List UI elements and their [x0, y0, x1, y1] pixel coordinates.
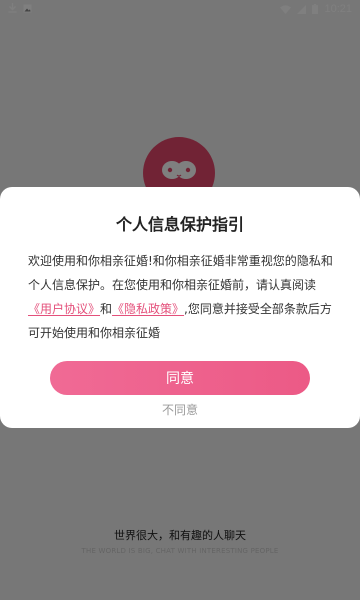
dialog-body-and: 和 — [100, 302, 113, 316]
privacy-policy-link[interactable]: 《隐私政策》 — [112, 302, 184, 316]
privacy-dialog: 个人信息保护指引 欢迎使用和你相亲征婚!和你相亲征婚非常重视您的隐私和个人信息保… — [0, 187, 360, 428]
dialog-body-text: 欢迎使用和你相亲征婚!和你相亲征婚非常重视您的隐私和个人信息保护。在您使用和你相… — [28, 254, 333, 292]
agree-button[interactable]: 同意 — [50, 361, 310, 395]
user-agreement-link[interactable]: 《用户协议》 — [28, 302, 100, 316]
disagree-button[interactable]: 不同意 — [0, 401, 360, 418]
dialog-body: 欢迎使用和你相亲征婚!和你相亲征婚非常重视您的隐私和个人信息保护。在您使用和你相… — [28, 249, 336, 345]
dialog-title: 个人信息保护指引 — [115, 215, 244, 234]
